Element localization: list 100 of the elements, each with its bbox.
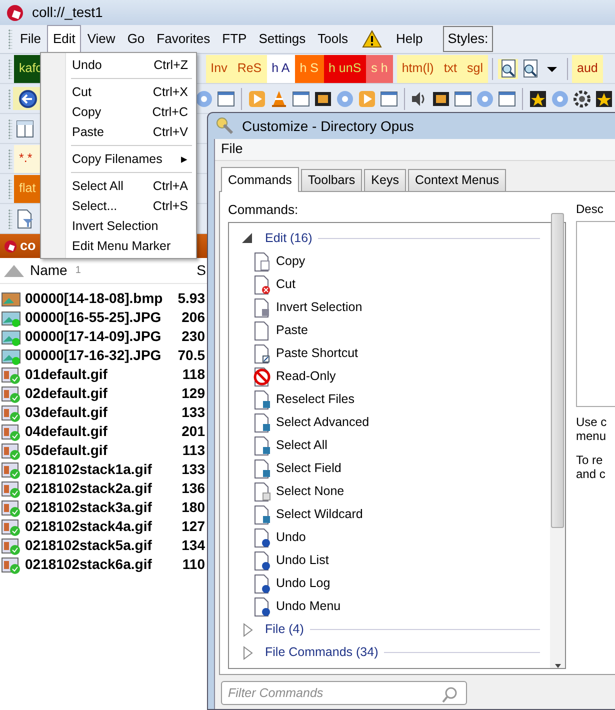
menu-option[interactable]: Copy Filenames	[72, 150, 162, 168]
command-item[interactable]: Undo	[276, 528, 306, 548]
shortcut-text: Ctrl+A	[152, 178, 188, 195]
sort-index: 1	[75, 264, 81, 278]
window-icon[interactable]	[290, 88, 311, 108]
section-label: Desc	[576, 200, 604, 218]
menu-item[interactable]: File	[14, 25, 47, 53]
column-header[interactable]: Name	[30, 260, 68, 281]
menu-item[interactable]: Settings	[252, 25, 312, 53]
magnifier-icon[interactable]	[498, 58, 518, 78]
scroll-thumb[interactable]	[551, 213, 564, 528]
command-item[interactable]: Read-Only	[276, 367, 336, 386]
style-button[interactable]: sgl	[462, 54, 488, 82]
window-icon[interactable]	[216, 88, 236, 108]
file-size: 134	[180, 536, 206, 555]
panel-icon[interactable]	[15, 118, 35, 138]
command-item[interactable]: Reselect Files	[276, 390, 354, 410]
tab[interactable]: Commands	[221, 167, 299, 192]
collection-tab[interactable]: co	[20, 236, 36, 256]
document-icon	[252, 366, 272, 387]
menu-item[interactable]: Help	[390, 25, 429, 53]
command-item[interactable]: Undo Log	[276, 574, 330, 594]
group-header[interactable]: Edit (16)	[265, 229, 312, 248]
menu-item[interactable]: FTP	[216, 25, 253, 53]
group-header[interactable]: File Commands (34)	[265, 643, 378, 662]
filter-icon[interactable]	[15, 208, 35, 228]
style-button[interactable]: h unS	[324, 54, 366, 82]
menu-item[interactable]: Go	[121, 25, 151, 53]
group-header[interactable]: File (4)	[265, 620, 304, 640]
menu-item[interactable]: File	[221, 139, 243, 160]
styles-button[interactable]: Styles:	[442, 26, 494, 52]
file-name: 00000[14-18-08].bmp	[24, 289, 164, 308]
window-icon[interactable]	[497, 88, 518, 108]
command-item[interactable]: Undo Menu	[276, 597, 341, 616]
tab[interactable]: Context Menus	[408, 169, 506, 191]
file-name: 0218102stack2a.gif	[24, 479, 153, 498]
submenu-arrow: ▸	[181, 150, 188, 168]
column-header[interactable]: S	[196, 260, 207, 281]
file-size: 206	[180, 308, 206, 327]
style-button[interactable]: h A	[266, 54, 295, 82]
tab[interactable]: Toolbars	[300, 169, 362, 191]
scroll-down-icon[interactable]	[554, 664, 560, 668]
menu-option[interactable]: Copy	[72, 102, 102, 122]
style-button[interactable]: aud	[572, 54, 603, 82]
command-item[interactable]: Select All	[276, 436, 328, 456]
file-name: 03default.gif	[24, 403, 108, 422]
tab[interactable]: Keys	[364, 169, 406, 191]
command-item[interactable]: Cut	[276, 275, 296, 294]
image-file-icon	[1, 422, 21, 442]
command-item[interactable]: Select Wildcard	[276, 505, 363, 524]
command-item[interactable]: Select Field	[276, 459, 342, 478]
menu-option[interactable]: Select...	[72, 196, 118, 216]
menu-item[interactable]: Favorites	[150, 25, 216, 53]
warning-icon[interactable]	[362, 29, 382, 49]
image-file-icon	[1, 364, 21, 384]
file-size: 118	[181, 365, 206, 384]
style-button[interactable]: ReS	[232, 54, 267, 82]
file-size: 127	[180, 517, 206, 536]
image-file-icon	[1, 516, 21, 536]
menu-item[interactable]: View	[81, 25, 122, 53]
shortcut-text: Ctrl+V	[152, 124, 188, 141]
section-label: Commands:	[228, 200, 300, 219]
menu-option[interactable]: Select All	[72, 176, 124, 196]
style-button[interactable]: Inv	[206, 54, 232, 82]
menu-item[interactable]: Tools	[312, 25, 354, 53]
filter-field[interactable]: Filter Commands	[221, 681, 467, 705]
command-item[interactable]: Paste	[276, 321, 308, 340]
window-icon[interactable]	[378, 88, 399, 108]
description-text: Use c menu	[576, 414, 608, 443]
file-size: 201	[180, 422, 206, 441]
command-item[interactable]: Copy	[276, 252, 306, 272]
window-icon[interactable]	[453, 88, 474, 108]
file-name: 00000[17-14-09].JPG	[24, 327, 162, 346]
description-text: To re and c	[576, 452, 606, 481]
file-size: 113	[181, 441, 206, 460]
menu-option[interactable]: Paste	[72, 122, 104, 142]
file-size: 129	[180, 384, 206, 403]
back-icon[interactable]	[18, 88, 38, 109]
style-button[interactable]: htm(l)	[396, 54, 439, 82]
file-name: 0218102stack1a.gif	[24, 460, 153, 479]
command-item[interactable]: Paste Shortcut	[276, 344, 358, 364]
menu-option[interactable]: Edit Menu Marker	[72, 236, 171, 256]
menu-item[interactable]: Edit	[46, 25, 82, 53]
menu-option[interactable]: Undo	[72, 56, 102, 74]
gear-icon[interactable]	[572, 88, 592, 108]
file-size: 133	[180, 403, 206, 422]
image-file-icon	[1, 498, 21, 518]
file-name: 05default.gif	[24, 441, 108, 460]
shortcut-text: Ctrl+X	[152, 84, 188, 101]
menu-option[interactable]: Invert Selection	[72, 216, 158, 236]
style-button[interactable]: txt	[438, 54, 462, 82]
command-item[interactable]: Invert Selection	[276, 298, 362, 318]
document-icon	[252, 436, 272, 456]
command-item[interactable]: Select Advanced	[276, 413, 370, 432]
command-item[interactable]: Select None	[276, 482, 344, 502]
menu-option[interactable]: Cut	[72, 82, 92, 102]
shortcut-text: Ctrl+C	[152, 104, 188, 121]
file-name: 00000[16-55-25].JPG	[24, 308, 162, 327]
command-item[interactable]: Undo List	[276, 551, 329, 570]
document-icon	[252, 458, 272, 479]
